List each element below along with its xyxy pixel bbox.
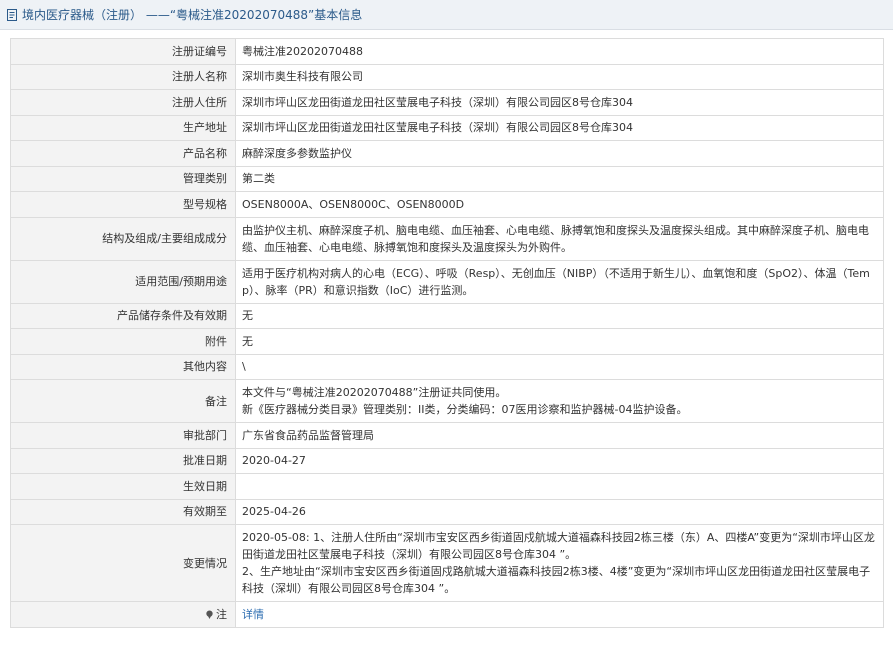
field-label: 生产地址 (10, 114, 236, 141)
table-row: 生效日期 (10, 473, 884, 500)
document-icon (7, 8, 17, 21)
field-value: 2020-04-27 (235, 447, 884, 474)
field-label: 型号规格 (10, 191, 236, 218)
field-label: 审批部门 (10, 422, 236, 449)
field-value: 详情 (235, 601, 884, 628)
field-value: 粤械注准20202070488 (235, 38, 884, 65)
field-label: 适用范围/预期用途 (10, 259, 236, 304)
table-row: 注册人住所 深圳市坪山区龙田街道龙田社区莹展电子科技（深圳）有限公司园区8号仓库… (10, 89, 884, 116)
field-label: 批准日期 (10, 447, 236, 474)
table-row: 产品储存条件及有效期 无 (10, 302, 884, 329)
field-label: 附件 (10, 328, 236, 355)
note-label: 注 (216, 607, 227, 621)
page-title: 境内医疗器械（注册） ——“粤械注准20202070488”基本信息 (22, 8, 363, 22)
change-line: 2020-05-08: 1、注册人住所由“深圳市宝安区西乡街道固戍航城大道福森科… (242, 531, 875, 561)
pin-icon (206, 610, 213, 619)
table-row: 变更情况 2020-05-08: 1、注册人住所由“深圳市宝安区西乡街道固戍航城… (10, 524, 884, 602)
table-row: 批准日期 2020-04-27 (10, 447, 884, 474)
table-row: 型号规格 OSEN8000A、OSEN8000C、OSEN8000D (10, 191, 884, 218)
table-row: 适用范围/预期用途 适用于医疗机构对病人的心电（ECG）、呼吸（Resp）、无创… (10, 259, 884, 304)
field-label: 生效日期 (10, 473, 236, 500)
field-label: 管理类别 (10, 165, 236, 192)
remark-line: 新《医疗器械分类目录》管理类别：II类，分类编码：07医用诊察和监护器械-04监… (242, 403, 688, 416)
change-line: 2、生产地址由“深圳市宝安区西乡街道固戍路航城大道福森科技园2栋3楼、4楼”变更… (242, 565, 871, 595)
table-row: 管理类别 第二类 (10, 165, 884, 192)
table-row: 备注 本文件与“粤械注准20202070488”注册证共同使用。 新《医疗器械分… (10, 379, 884, 423)
field-label: 注册证编号 (10, 38, 236, 65)
table-row: 结构及组成/主要组成成分 由监护仪主机、麻醉深度子机、脑电电缆、血压袖套、心电电… (10, 216, 884, 261)
field-label: 注册人名称 (10, 63, 236, 90)
field-label: 其他内容 (10, 353, 236, 380)
table-row: 生产地址 深圳市坪山区龙田街道龙田社区莹展电子科技（深圳）有限公司园区8号仓库3… (10, 114, 884, 141)
field-label: 产品储存条件及有效期 (10, 302, 236, 329)
field-value: 麻醉深度多参数监护仪 (235, 140, 884, 167)
table-row: 注册证编号 粤械注准20202070488 (10, 38, 884, 65)
page-header: 境内医疗器械（注册） ——“粤械注准20202070488”基本信息 (0, 0, 893, 30)
field-value: 由监护仪主机、麻醉深度子机、脑电电缆、血压袖套、心电电缆、脉搏氧饱和度探头及温度… (235, 216, 884, 261)
field-value: 适用于医疗机构对病人的心电（ECG）、呼吸（Resp）、无创血压（NIBP）（不… (235, 259, 884, 304)
info-table-container: 注册证编号 粤械注准20202070488 注册人名称 深圳市奥生科技有限公司 … (10, 38, 884, 628)
note-label-cell: 注 (10, 601, 236, 628)
table-row: 附件 无 (10, 328, 884, 355)
table-row-note: 注 详情 (10, 601, 884, 628)
field-value: 深圳市坪山区龙田街道龙田社区莹展电子科技（深圳）有限公司园区8号仓库304 (235, 89, 884, 116)
field-value: 2020-05-08: 1、注册人住所由“深圳市宝安区西乡街道固戍航城大道福森科… (235, 524, 884, 602)
field-value: 深圳市奥生科技有限公司 (235, 63, 884, 90)
field-value: \ (235, 353, 884, 380)
info-table: 注册证编号 粤械注准20202070488 注册人名称 深圳市奥生科技有限公司 … (10, 38, 884, 628)
field-value (235, 473, 884, 500)
field-value: OSEN8000A、OSEN8000C、OSEN8000D (235, 191, 884, 218)
remark-line: 本文件与“粤械注准20202070488”注册证共同使用。 (242, 386, 507, 399)
field-label: 变更情况 (10, 524, 236, 602)
field-value: 无 (235, 328, 884, 355)
field-label: 有效期至 (10, 498, 236, 525)
table-row: 有效期至 2025-04-26 (10, 498, 884, 525)
table-row: 审批部门 广东省食品药品监督管理局 (10, 422, 884, 449)
field-value: 无 (235, 302, 884, 329)
table-row: 其他内容 \ (10, 353, 884, 380)
field-value: 2025-04-26 (235, 498, 884, 525)
field-value: 深圳市坪山区龙田街道龙田社区莹展电子科技（深圳）有限公司园区8号仓库304 (235, 114, 884, 141)
field-label: 产品名称 (10, 140, 236, 167)
field-value: 广东省食品药品监督管理局 (235, 422, 884, 449)
field-value: 本文件与“粤械注准20202070488”注册证共同使用。 新《医疗器械分类目录… (235, 379, 884, 423)
field-value: 第二类 (235, 165, 884, 192)
table-row: 注册人名称 深圳市奥生科技有限公司 (10, 63, 884, 90)
field-label: 备注 (10, 379, 236, 423)
field-label: 结构及组成/主要组成成分 (10, 216, 236, 261)
details-link[interactable]: 详情 (242, 608, 264, 621)
table-row: 产品名称 麻醉深度多参数监护仪 (10, 140, 884, 167)
field-label: 注册人住所 (10, 89, 236, 116)
